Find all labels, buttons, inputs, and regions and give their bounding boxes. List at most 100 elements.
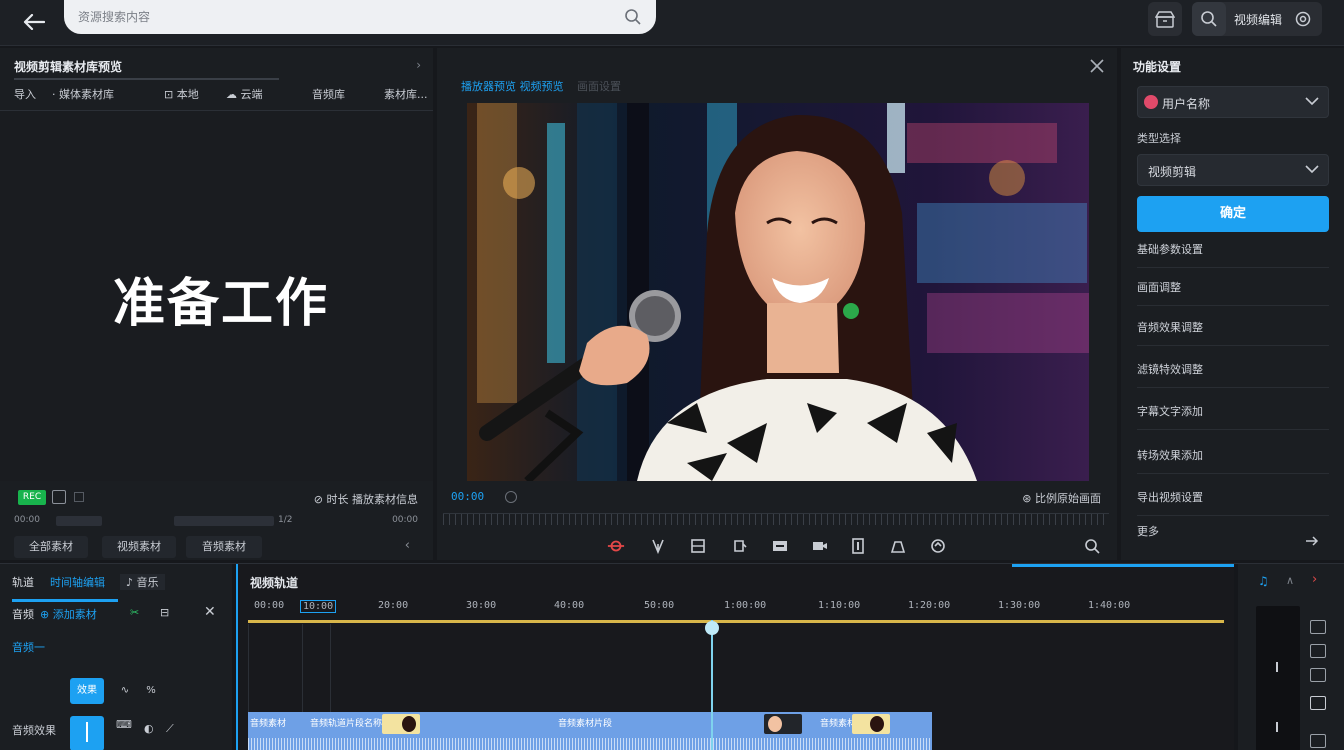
more-settings[interactable]: 更多 bbox=[1137, 514, 1329, 550]
store-icon bbox=[1154, 11, 1175, 28]
settings-item[interactable]: 基础参数设置 bbox=[1137, 232, 1329, 268]
settings-item[interactable]: 滤镜特效调整 bbox=[1137, 352, 1329, 388]
playhead[interactable] bbox=[711, 620, 713, 750]
scissors-icon[interactable]: ✂ bbox=[130, 606, 139, 619]
status-right-text: ⊘ 时长 播放素材信息 bbox=[313, 493, 418, 506]
timeline-ruler[interactable]: 00:00 10:00 20:00 30:00 40:00 50:00 1:00… bbox=[248, 600, 1224, 620]
tab-import[interactable]: 导入 bbox=[14, 86, 36, 102]
arrow-right-icon bbox=[1305, 526, 1319, 562]
library-scrubber[interactable]: 00:00 1/2 00:00 bbox=[14, 515, 418, 526]
info-icon[interactable] bbox=[52, 490, 66, 504]
tab-audio-media[interactable]: 音频素材 bbox=[186, 536, 262, 558]
clip-label: 音频素材 bbox=[820, 719, 857, 729]
chevron-left-icon[interactable]: ‹ bbox=[405, 538, 410, 553]
tab-all-media[interactable]: 全部素材 bbox=[14, 536, 88, 558]
preview-progress[interactable] bbox=[443, 513, 1109, 525]
mute-icon[interactable]: ∧ bbox=[1286, 574, 1294, 587]
crop-icon[interactable] bbox=[689, 537, 707, 555]
layers-icon[interactable]: ⊟ bbox=[160, 606, 169, 619]
settings-item[interactable]: 音频效果调整 bbox=[1137, 310, 1329, 346]
close-icon[interactable]: ✕ bbox=[204, 604, 216, 620]
tick-label: 30:00 bbox=[466, 600, 497, 611]
tab-audio[interactable]: 音频库 bbox=[312, 86, 345, 102]
panel-icon[interactable] bbox=[1310, 620, 1326, 634]
tab-video-media[interactable]: 视频素材 bbox=[102, 536, 176, 558]
audio-icon[interactable] bbox=[849, 537, 867, 555]
track-select-button[interactable] bbox=[70, 716, 104, 750]
contrast-icon[interactable]: ◐ bbox=[144, 722, 154, 735]
tab-local[interactable]: ⊡ 本地 bbox=[164, 86, 199, 102]
confirm-button[interactable]: 确定 bbox=[1137, 196, 1329, 232]
avatar bbox=[1144, 95, 1158, 109]
gear-icon bbox=[1295, 11, 1311, 27]
scrub-start-time: 00:00 bbox=[14, 515, 40, 525]
type-select[interactable]: 视频剪辑 bbox=[1137, 154, 1329, 186]
search-icon[interactable] bbox=[624, 8, 642, 29]
close-button[interactable] bbox=[1087, 56, 1107, 76]
more-settings-label: 更多 bbox=[1137, 525, 1159, 538]
panel-title: 视频剪辑素材库预览 bbox=[14, 60, 123, 74]
preview-controls: 00:00 ⊛ 比例原始画面 bbox=[451, 490, 1101, 508]
chevron-right-icon[interactable]: › bbox=[1312, 572, 1317, 587]
user-select[interactable]: 用户名称 bbox=[1137, 86, 1329, 118]
scrub-track-secondary[interactable] bbox=[174, 516, 274, 526]
search-button[interactable] bbox=[1191, 2, 1226, 36]
preview-tab-active[interactable]: 播放器预览 视频预览 bbox=[461, 80, 564, 93]
keyboard-icon[interactable]: ⌨ bbox=[116, 718, 132, 731]
audio-clip[interactable]: 音频素材 音频轨道片段名称 音频素材片段 音频素材 bbox=[248, 712, 932, 750]
track-actions: 音频 ⊕ 添加素材 ✂ ⊟ ✕ bbox=[12, 604, 224, 624]
clip-thumbnail bbox=[382, 714, 420, 734]
settings-button[interactable] bbox=[1290, 2, 1316, 36]
work-area-bar[interactable] bbox=[248, 620, 1224, 623]
tab-timeline-edit[interactable]: 时间轴编辑 bbox=[50, 574, 105, 590]
aspect-ratio-label[interactable]: ⊛ 比例原始画面 bbox=[1022, 490, 1101, 506]
subtitle-icon[interactable] bbox=[771, 537, 789, 555]
loop-icon[interactable] bbox=[505, 491, 517, 503]
preview-tab-muted[interactable]: 画面设置 bbox=[577, 80, 621, 93]
settings-item[interactable]: 转场效果添加 bbox=[1137, 438, 1329, 474]
volume-icon[interactable]: ♫ bbox=[1258, 574, 1269, 588]
search-box bbox=[64, 0, 656, 34]
tab-more[interactable]: 素材库... bbox=[384, 86, 428, 102]
top-right-label[interactable]: 视频编辑 bbox=[1226, 11, 1290, 28]
panel-icon[interactable] bbox=[1310, 668, 1326, 682]
settings-item[interactable]: 导出视频设置 bbox=[1137, 480, 1329, 516]
camera-icon[interactable] bbox=[811, 537, 829, 555]
playhead-handle[interactable] bbox=[705, 621, 719, 635]
tick-label: 1:20:00 bbox=[908, 600, 951, 611]
slash-icon[interactable]: ⟋ bbox=[166, 722, 174, 736]
effects-icon[interactable] bbox=[929, 537, 947, 555]
tab-cloud[interactable]: ☁ 云端 bbox=[226, 86, 263, 102]
tab-media[interactable]: · 媒体素材库 bbox=[52, 86, 114, 102]
percent-icon[interactable]: % bbox=[134, 678, 168, 704]
tick-label: 1:10:00 bbox=[818, 600, 861, 611]
search-input[interactable] bbox=[78, 8, 618, 26]
record-icon[interactable] bbox=[607, 537, 625, 555]
panel-icon[interactable] bbox=[1310, 696, 1326, 710]
settings-item[interactable]: 画面调整 bbox=[1137, 270, 1329, 306]
audio-label: 音频 bbox=[12, 608, 34, 621]
tick-label: 1:00:00 bbox=[724, 600, 767, 611]
scrub-track[interactable] bbox=[56, 516, 102, 526]
split-icon[interactable] bbox=[649, 537, 667, 555]
rotate-icon[interactable] bbox=[731, 537, 749, 555]
tab-tracks[interactable]: 轨道 bbox=[12, 574, 34, 590]
zoom-search-icon[interactable] bbox=[1083, 537, 1101, 555]
panel-icon[interactable] bbox=[1310, 734, 1326, 748]
effects-toggle[interactable]: 效果 bbox=[70, 678, 104, 704]
settings-item[interactable]: 字幕文字添加 bbox=[1137, 394, 1329, 430]
clip-label: 音频素材片段 bbox=[558, 719, 613, 729]
export-icon[interactable] bbox=[889, 537, 907, 555]
preview-timecode[interactable]: 00:00 bbox=[451, 490, 484, 503]
chevron-right-icon[interactable]: › bbox=[416, 58, 421, 72]
video-preview[interactable] bbox=[467, 103, 1089, 481]
clip-thumbnail bbox=[852, 714, 890, 734]
back-button[interactable] bbox=[20, 8, 48, 36]
library-tabs: 导入 · 媒体素材库 ⊡ 本地 ☁ 云端 音频库 素材库... bbox=[14, 86, 428, 104]
tab-music[interactable]: ♪ 音乐 bbox=[120, 574, 165, 590]
grid-icon[interactable] bbox=[74, 492, 84, 502]
store-button[interactable] bbox=[1147, 2, 1182, 36]
panel-icon[interactable] bbox=[1310, 644, 1326, 658]
add-media-button[interactable]: ⊕ 添加素材 bbox=[40, 606, 97, 622]
rec-badge[interactable]: REC bbox=[18, 490, 46, 505]
